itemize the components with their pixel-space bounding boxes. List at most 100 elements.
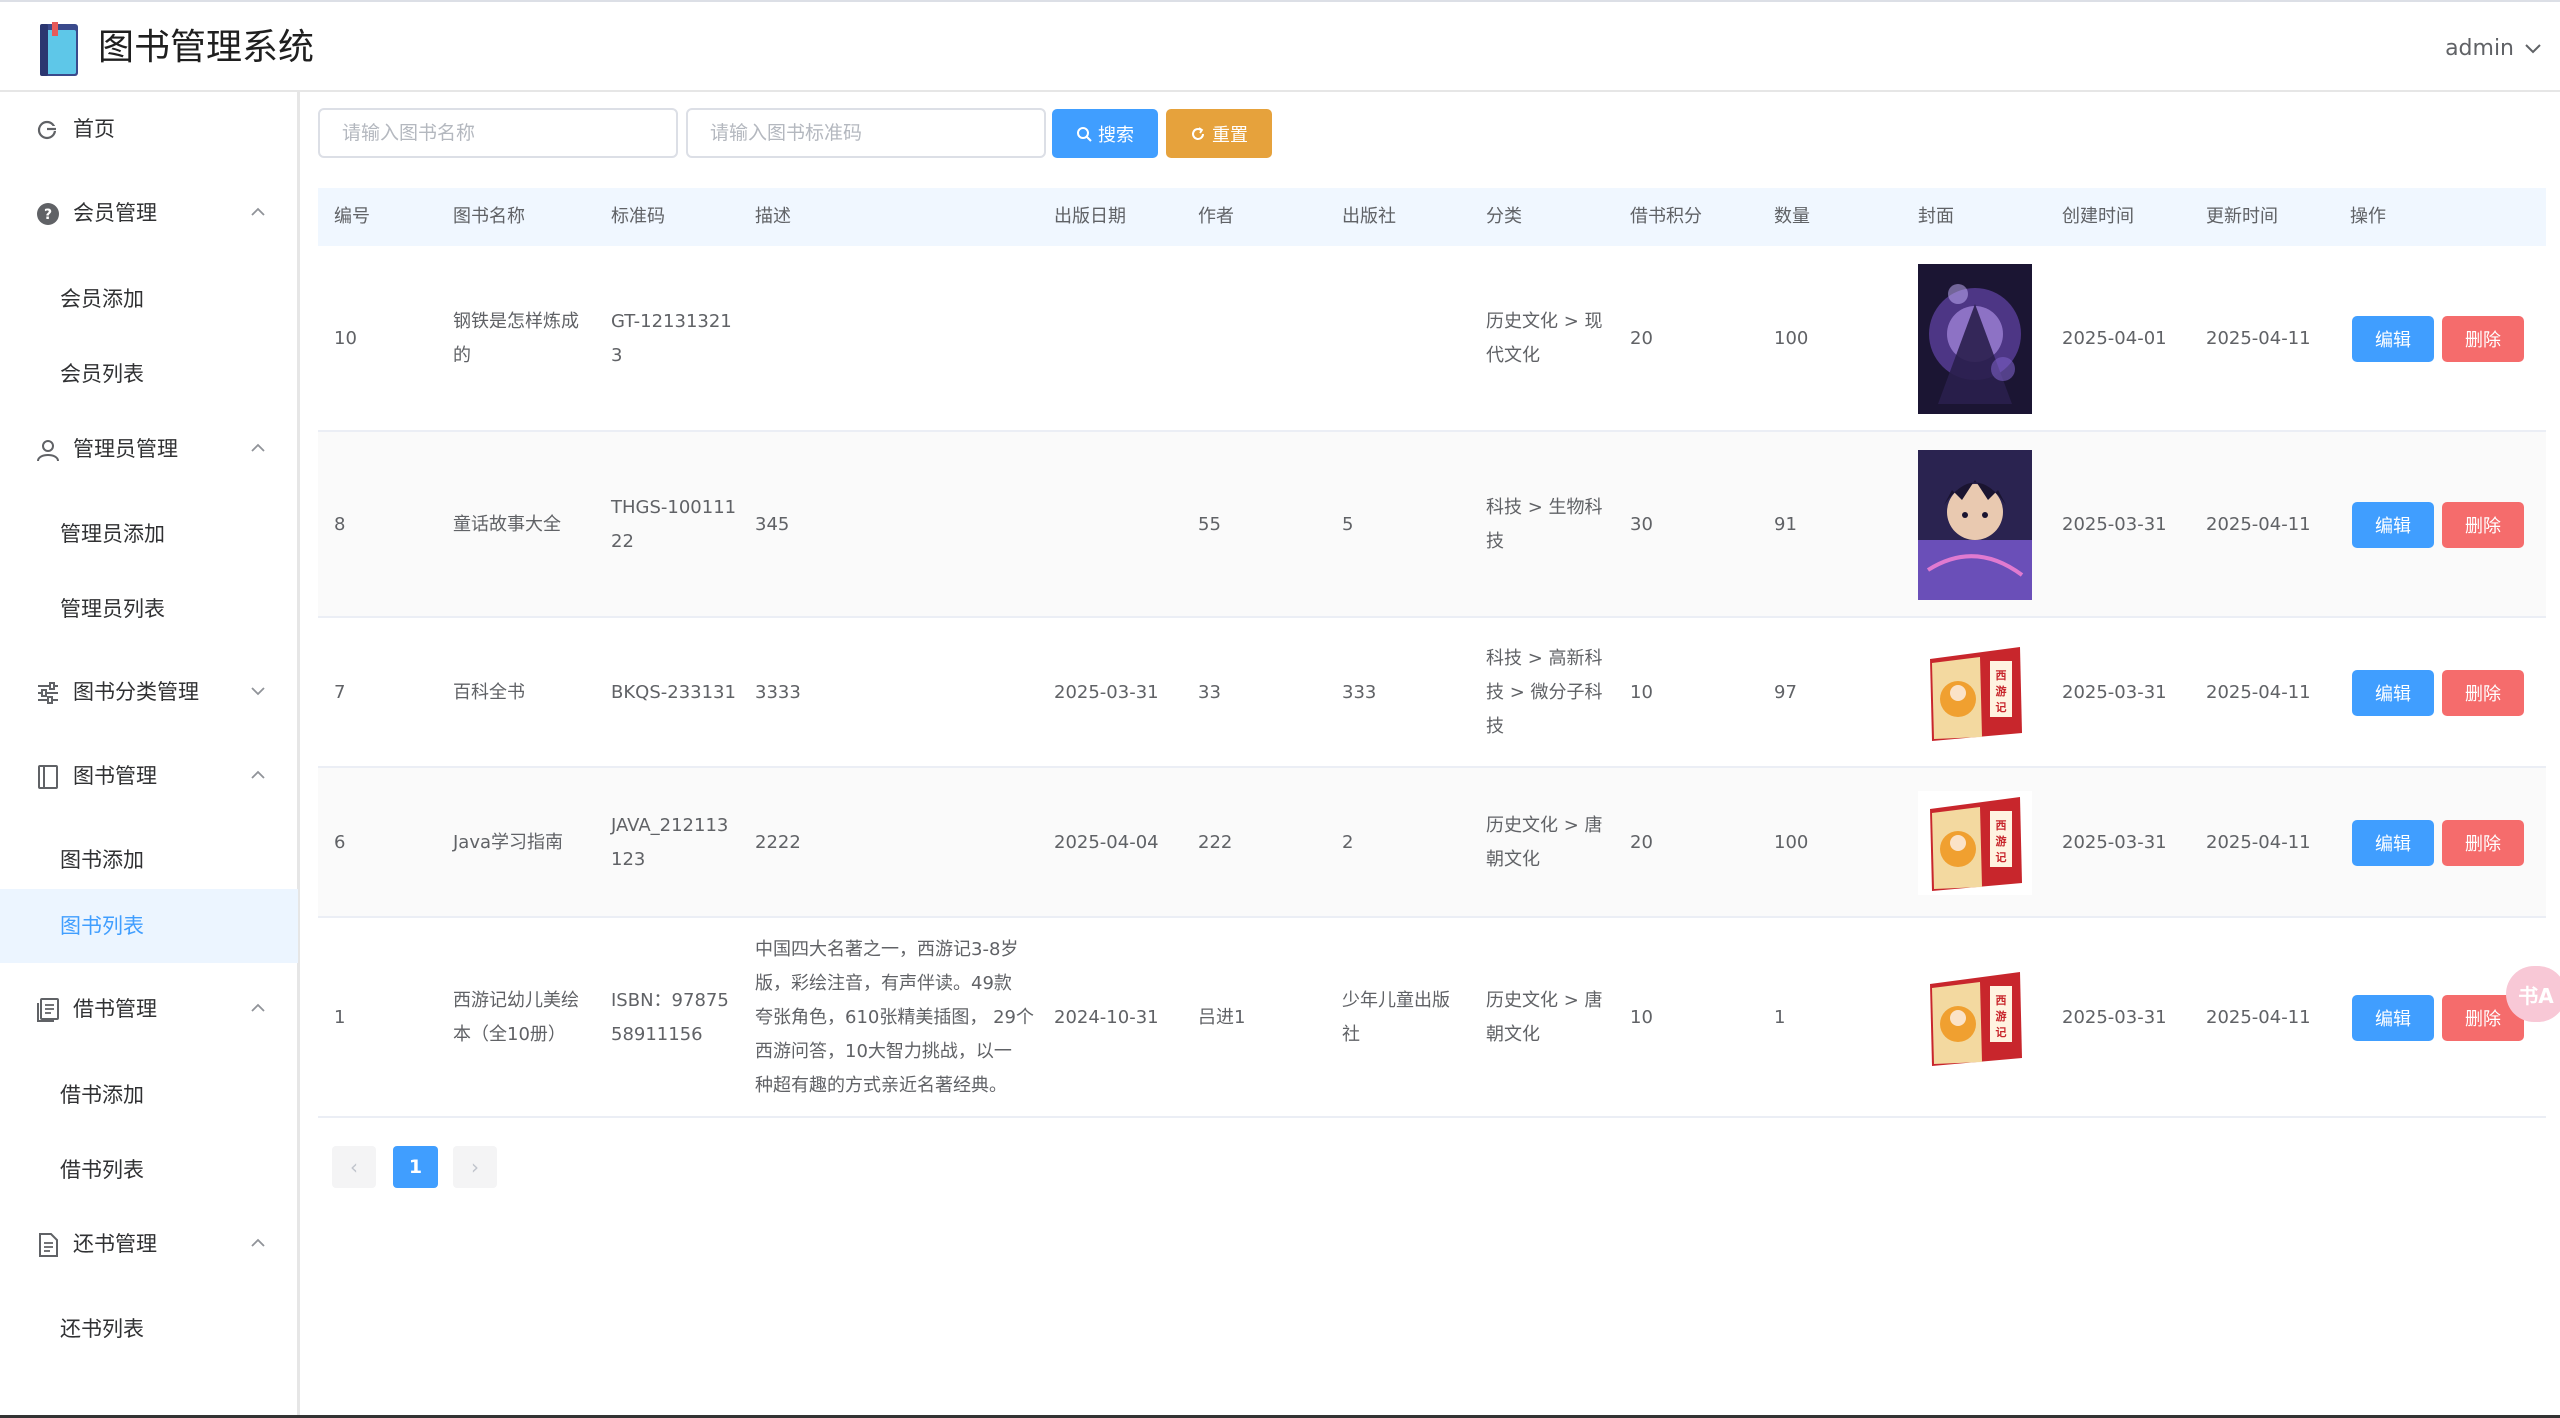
edit-button[interactable]: 编辑: [2352, 995, 2434, 1041]
cell-isbn-line: GT-12131321: [611, 311, 732, 332]
sidebar-item-book-add[interactable]: 图书添加: [0, 823, 298, 897]
search-button[interactable]: 搜索: [1052, 109, 1158, 158]
sidebar-sub-label: 会员列表: [60, 362, 144, 386]
reset-button[interactable]: 重置: [1166, 109, 1272, 158]
top-header: 图书管理系统 admin: [0, 0, 2560, 92]
edit-button[interactable]: 编辑: [2352, 670, 2434, 716]
svg-text:?: ?: [44, 207, 52, 223]
cell-pub-date: 2024-10-31: [1054, 1007, 1159, 1028]
translate-float-button[interactable]: 书A: [2506, 966, 2560, 1022]
sidebar-group-member[interactable]: ? 会员管理: [0, 176, 298, 250]
edit-button[interactable]: 编辑: [2352, 316, 2434, 362]
chevron-up-icon: [251, 1003, 265, 1012]
cell-isbn: ISBN：97875 58911156: [611, 984, 751, 1052]
chevron-up-icon: [251, 770, 265, 779]
cell-publisher: 333: [1342, 676, 1482, 710]
cell-isbn: BKQS-233131: [611, 676, 751, 710]
th-updated: 更新时间: [2206, 206, 2278, 227]
cell-publisher: 少年儿童出版社: [1342, 984, 1482, 1052]
sidebar-group-borrow[interactable]: 借书管理: [0, 972, 298, 1046]
book-cover-image: [1918, 450, 2032, 600]
isbn-input[interactable]: [686, 108, 1046, 158]
prev-page-button[interactable]: ‹: [332, 1146, 376, 1188]
sidebar-group-admin[interactable]: 管理员管理: [0, 412, 298, 486]
page-number-current[interactable]: 1: [393, 1146, 438, 1188]
cell-qty: 91: [1774, 514, 1797, 535]
sidebar-label-book: 图书管理: [73, 764, 157, 788]
th-desc: 描述: [755, 206, 791, 227]
cell-desc: 中国四大名著之一，西游记3-8岁 版，彩绘注音，有声伴读。49款 夸张角色，610张…: [755, 933, 1035, 1103]
cell-name: 西游记幼儿美绘 本（全10册）: [453, 984, 593, 1052]
cell-desc-line: 中国四大名著之一，西游记3-8岁: [755, 939, 1019, 960]
cell-category: 科技 > 高新科技 > 微分子科技: [1486, 642, 1606, 744]
cell-author: 55: [1198, 514, 1221, 535]
svg-text:西: 西: [1996, 669, 2007, 682]
sidebar-item-admin-add[interactable]: 管理员添加: [0, 497, 298, 571]
sidebar-item-member-list[interactable]: 会员列表: [0, 337, 298, 411]
chevron-down-icon: [251, 687, 265, 696]
notebook-icon: [38, 765, 58, 789]
cell-points: 20: [1630, 832, 1653, 853]
sidebar-group-return[interactable]: 还书管理: [0, 1207, 298, 1281]
sidebar-label-home: 首页: [73, 117, 115, 141]
cell-publisher-line: 333: [1342, 682, 1377, 703]
user-menu[interactable]: admin: [2445, 34, 2542, 64]
cell-qty: 100: [1774, 832, 1809, 853]
cell-desc: 345: [755, 508, 1035, 542]
cell-publisher-line: 社: [1342, 1024, 1360, 1045]
cell-desc-line: 3333: [755, 682, 801, 703]
svg-text:游: 游: [1996, 834, 2007, 848]
cell-id: 6: [334, 832, 346, 853]
cell-category-line: 历史文化 > 唐: [1486, 990, 1603, 1011]
cell-isbn-line: JAVA_212113: [611, 815, 729, 836]
user-icon: [37, 440, 59, 462]
cell-id: 10: [334, 328, 357, 349]
sidebar: 首页 ? 会员管理 会员添加 会员列表 管理员管理 管理员添加 管理员列表 图书…: [0, 92, 300, 1418]
sidebar-group-category[interactable]: 图书分类管理: [0, 655, 298, 729]
cell-name-line: 的: [453, 345, 471, 366]
cell-category-line: 技: [1486, 716, 1504, 737]
sidebar-item-borrow-add[interactable]: 借书添加: [0, 1058, 298, 1132]
delete-button[interactable]: 删除: [2442, 316, 2524, 362]
cell-isbn: JAVA_212113 123: [611, 809, 751, 877]
search-button-label: 搜索: [1098, 124, 1134, 146]
sidebar-item-return-list[interactable]: 还书列表: [0, 1292, 298, 1366]
delete-button[interactable]: 删除: [2442, 670, 2524, 716]
cell-qty: 1: [1774, 1007, 1786, 1028]
cell-desc: 2222: [755, 826, 1035, 860]
th-cover: 封面: [1918, 206, 1954, 227]
svg-text:游: 游: [1996, 1009, 2007, 1023]
cell-category-line: 历史文化 > 唐: [1486, 815, 1603, 836]
question-circle-icon: ?: [37, 203, 59, 225]
refresh-icon: [1192, 126, 1204, 140]
table-header: 编号 图书名称 标准码 描述 出版日期 作者 出版社 分类 借书积分 数量 封面…: [318, 188, 2546, 246]
prev-page-icon: ‹: [350, 1155, 358, 1179]
chevron-down-icon: [2525, 44, 2541, 54]
cell-category-line: 朝文化: [1486, 849, 1540, 870]
table-row: 7 百科全书 BKQS-233131 3333 2025-03-31 33 333 科技 > …: [318, 618, 2546, 768]
cell-isbn-line: 123: [611, 849, 646, 870]
cell-isbn: GT-12131321 3: [611, 305, 751, 373]
cell-desc-line: 2222: [755, 832, 801, 853]
sidebar-item-book-list[interactable]: 图书列表: [0, 889, 298, 963]
cell-category-line: 历史文化 > 现: [1486, 311, 1603, 332]
cell-desc-line: 种超有趣的方式亲近名著经典。: [755, 1075, 1007, 1096]
edit-button[interactable]: 编辑: [2352, 820, 2434, 866]
book-cover-image: [1918, 264, 2032, 414]
sidebar-item-home[interactable]: 首页: [0, 92, 298, 166]
sidebar-item-admin-list[interactable]: 管理员列表: [0, 572, 298, 646]
sidebar-item-borrow-list[interactable]: 借书列表: [0, 1133, 298, 1207]
edit-button[interactable]: 编辑: [2352, 502, 2434, 548]
sidebar-group-book[interactable]: 图书管理: [0, 739, 298, 813]
cell-name-line: 百科全书: [453, 682, 525, 703]
delete-button[interactable]: 删除: [2442, 502, 2524, 548]
next-page-button[interactable]: ›: [453, 1146, 497, 1188]
delete-button[interactable]: 删除: [2442, 820, 2524, 866]
cell-points: 20: [1630, 328, 1653, 349]
cell-desc-line: 版，彩绘注音，有声伴读。49款: [755, 973, 1012, 994]
username: admin: [2445, 36, 2514, 61]
book-name-input[interactable]: [318, 108, 678, 158]
cell-created: 2025-03-31: [2062, 682, 2167, 703]
cell-isbn-line: BKQS-233131: [611, 682, 736, 703]
sidebar-item-member-add[interactable]: 会员添加: [0, 262, 298, 336]
